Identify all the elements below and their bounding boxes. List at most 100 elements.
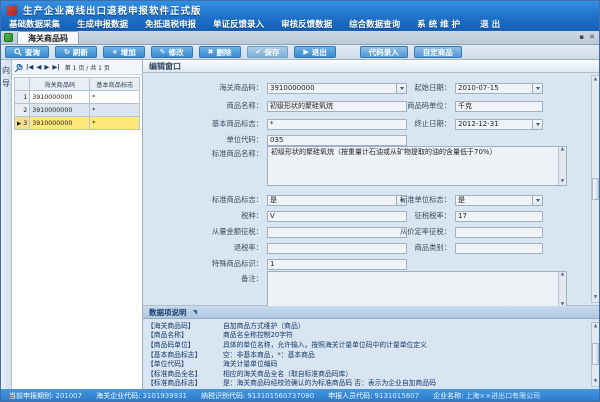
- menu-item-audit-feedback[interactable]: 审核反馈数据: [281, 18, 332, 30]
- status-customs-code: 海关企业代码:3101939931: [96, 391, 187, 401]
- form-row: 特殊商品标识： 1: [143, 258, 600, 270]
- add-button[interactable]: + 增加: [103, 46, 145, 58]
- std-name-label: 标准商品名称：: [143, 149, 263, 159]
- special-flag-field[interactable]: 1: [267, 259, 407, 270]
- edit-button[interactable]: ✎ 修改: [151, 46, 193, 58]
- last-page-button[interactable]: ▶|: [52, 63, 59, 71]
- cell-code[interactable]: 3910000000: [30, 91, 90, 104]
- special-flag-label: 特殊商品标识：: [143, 259, 263, 269]
- menu-item-tax-declare[interactable]: 免抵退税申报: [145, 18, 196, 30]
- toolbar: 查询 ↻ 刷新 + 增加 ✎ 修改 ✖ 删除 ✔ 保存 ▶ 退出 代码录入 自定…: [1, 45, 600, 60]
- scroll-down-icon[interactable]: ▼: [594, 295, 597, 301]
- search-button[interactable]: 查询: [5, 46, 49, 58]
- help-scrollbar[interactable]: ▲ ▼: [591, 322, 600, 387]
- help-title: 数据项说明: [149, 307, 187, 318]
- scrollbar-thumb[interactable]: [592, 343, 599, 365]
- close-icon[interactable]: ✕: [589, 34, 595, 41]
- remark-label: 备注：: [143, 274, 263, 284]
- scroll-down-icon[interactable]: ▼: [594, 379, 597, 385]
- tab-customs-commodity-code[interactable]: 海关商品码: [17, 31, 79, 44]
- end-date-label: 终止日期：: [339, 119, 451, 129]
- tax-rate-field[interactable]: 17: [455, 211, 543, 222]
- table-row[interactable]: 1 3910000000 *: [15, 91, 140, 104]
- menu-item-maintenance[interactable]: 系统维护: [417, 18, 463, 30]
- unit-code-field[interactable]: 035: [267, 135, 407, 146]
- form-row: 从价定率征税：: [143, 226, 600, 238]
- tools-wrench-icon[interactable]: [14, 58, 23, 77]
- selected-row-marker-icon: ▶: [17, 121, 21, 127]
- refresh-button-label: 刷新: [73, 47, 88, 58]
- remark-textarea[interactable]: ▲▼: [267, 271, 567, 309]
- scroll-up-icon[interactable]: ▲: [594, 324, 597, 330]
- add-icon: +: [112, 49, 118, 56]
- price-tax-field[interactable]: [455, 227, 543, 238]
- help-panel: 数据项说明 ◥ 【海关商品码】自加商品方式维护（商品） 【商品名称】商品名全称控…: [143, 306, 600, 389]
- refresh-icon: ↻: [64, 49, 70, 56]
- wizard-sidebar[interactable]: 向 导: [1, 60, 12, 389]
- cell-code[interactable]: 3910000000: [30, 117, 90, 130]
- save-button-label: 保存: [264, 47, 279, 58]
- textarea-scrollbar[interactable]: ▲▼: [558, 272, 566, 308]
- status-bar: 当前申报期别:201007 海关企业代码:3101939931 纳税识别代码:9…: [1, 389, 600, 402]
- custom-commodity-button[interactable]: 自定商品: [414, 46, 462, 58]
- commodity-grid: 海关商品码 基本商品标志 1 3910000000 * 2 3910000000…: [14, 77, 140, 130]
- status-period: 当前申报期别:201007: [9, 391, 82, 401]
- category-field[interactable]: [455, 243, 543, 254]
- scroll-up-icon[interactable]: ▲: [594, 77, 597, 83]
- delete-button[interactable]: ✖ 删除: [199, 46, 241, 58]
- form-scrollbar[interactable]: ▲ ▼: [591, 75, 600, 303]
- wizard-label-char2: 导: [1, 77, 11, 90]
- row-number: 2: [15, 104, 30, 117]
- unit-field[interactable]: 千克: [455, 101, 543, 112]
- start-date-combo[interactable]: 2010-07-15: [455, 83, 543, 94]
- menu-bar: 基础数据采集 生成申报数据 免抵退税申报 单证反馈录入 审核反馈数据 综合数据查…: [1, 17, 600, 31]
- exit-icon: ▶: [303, 49, 308, 56]
- grid-header-row: 海关商品码 基本商品标志: [15, 78, 140, 91]
- search-icon: [14, 48, 22, 56]
- unit-label: 商品码单位：: [339, 101, 451, 111]
- chevron-down-icon[interactable]: [532, 120, 542, 129]
- cell-flag[interactable]: *: [90, 117, 140, 130]
- chevron-down-icon[interactable]: [532, 196, 542, 205]
- menu-item-exit[interactable]: 退出: [480, 18, 503, 30]
- chevron-down-icon[interactable]: [532, 84, 542, 93]
- editor-panel: 编辑窗口 海关商品码： 3910000000 起始日期： 2010-07-15 …: [143, 60, 600, 389]
- nav-shortcut-icon[interactable]: [4, 33, 13, 42]
- menu-item-basic-data[interactable]: 基础数据采集: [9, 18, 60, 30]
- exit-button[interactable]: ▶ 退出: [294, 46, 335, 58]
- next-page-button[interactable]: ▶: [44, 63, 49, 71]
- form-row: 征税税率： 17: [143, 210, 600, 222]
- end-date-combo[interactable]: 2012-12-31: [455, 119, 543, 130]
- editor-form: 海关商品码： 3910000000 起始日期： 2010-07-15 商品名称：…: [143, 73, 600, 306]
- cell-flag[interactable]: *: [90, 91, 140, 104]
- std-name-textarea[interactable]: 初级形状的聚硅氧烷（按重量计石油或从矿物提取的油的含量低于70%） ▲▼: [267, 146, 567, 186]
- add-button-label: 增加: [121, 47, 136, 58]
- list-item: 【标准商品全名】相应的海关商品全名（取自标准商品码库）: [147, 370, 587, 380]
- main-area: 向 导 |◀ ◀ ▶ ▶| 第 1 页 / 共 1 页 海关商品码 基本商品标志: [1, 60, 600, 389]
- category-label: 商品类别：: [339, 243, 451, 253]
- refresh-button[interactable]: ↻ 刷新: [55, 46, 97, 58]
- std-unit-flag-combo[interactable]: 是: [455, 195, 543, 206]
- table-row-selected[interactable]: ▶ 3 3910000000 *: [15, 117, 140, 130]
- collapse-icon[interactable]: ◥: [193, 309, 198, 316]
- cell-flag[interactable]: *: [90, 104, 140, 117]
- table-row[interactable]: 2 3910000000 *: [15, 104, 140, 117]
- prev-page-button[interactable]: ◀: [36, 63, 41, 71]
- textarea-scrollbar[interactable]: ▲▼: [558, 147, 566, 185]
- minimize-icon[interactable]: ▪: [579, 34, 584, 41]
- record-list-panel: |◀ ◀ ▶ ▶| 第 1 页 / 共 1 页 海关商品码 基本商品标志 1 3…: [12, 60, 143, 389]
- code-entry-button[interactable]: 代码录入: [360, 46, 408, 58]
- tab-strip: 海关商品码 ▪ ✕: [1, 31, 600, 45]
- top-bars: 生产企业离线出口退税申报软件正式版 基础数据采集 生成申报数据 免抵退税申报 单…: [1, 1, 600, 31]
- tab-strip-controls: ▪ ✕: [579, 34, 600, 44]
- menu-item-doc-feedback[interactable]: 单证反馈录入: [213, 18, 264, 30]
- unit-code-label: 单位代码：: [143, 135, 263, 145]
- menu-item-generate-data[interactable]: 生成申报数据: [77, 18, 128, 30]
- menu-item-query[interactable]: 综合数据查询: [349, 18, 400, 30]
- cell-code[interactable]: 3910000000: [30, 104, 90, 117]
- scrollbar-thumb[interactable]: [592, 178, 599, 200]
- save-button[interactable]: ✔ 保存: [247, 46, 289, 58]
- app-logo-icon: [7, 5, 17, 15]
- form-row: 终止日期： 2012-12-31: [143, 118, 600, 130]
- first-page-button[interactable]: |◀: [26, 63, 33, 71]
